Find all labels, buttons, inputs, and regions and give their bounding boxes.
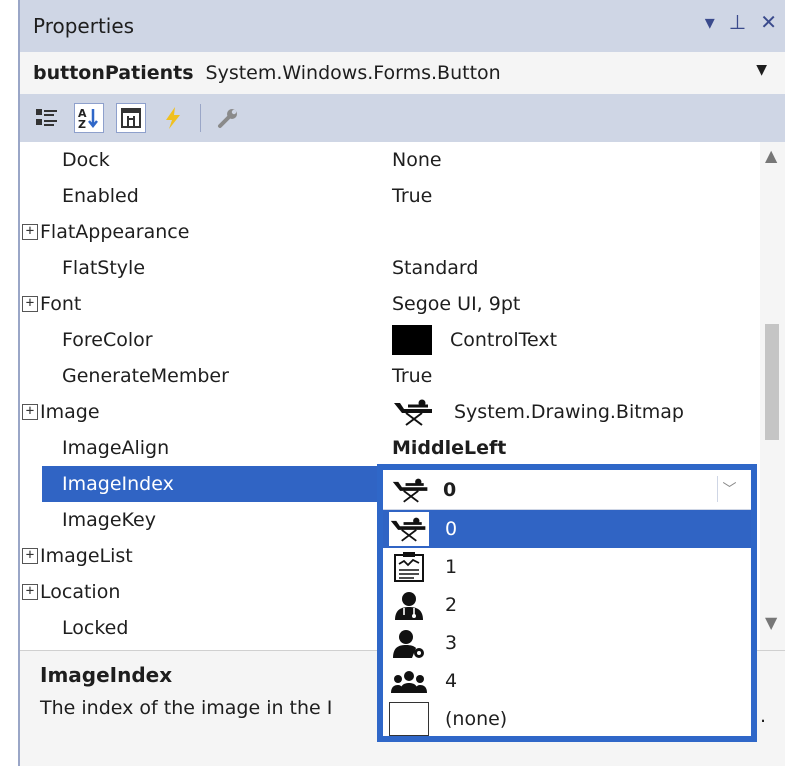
property-row[interactable]: ForeColor ControlText xyxy=(20,322,760,358)
property-name: FlatStyle xyxy=(62,257,146,279)
dropdown-option-label: 2 xyxy=(445,594,458,616)
color-swatch xyxy=(392,325,432,355)
property-value[interactable]: True xyxy=(392,358,752,394)
property-name: Enabled xyxy=(62,185,139,207)
property-name: Image xyxy=(40,401,100,423)
property-name: Locked xyxy=(62,617,129,639)
dropdown-arrow-icon[interactable]: ▾ xyxy=(705,12,715,32)
property-row[interactable]: + Image System.Drawing.Bitmap xyxy=(20,394,760,430)
pin-icon[interactable]: ⊥ xyxy=(729,12,746,32)
property-value[interactable]: Standard xyxy=(392,250,752,286)
property-name: Dock xyxy=(62,149,110,171)
dropdown-option-label: (none) xyxy=(445,708,508,730)
scroll-thumb[interactable] xyxy=(765,324,779,440)
property-row[interactable]: Enabled True xyxy=(20,178,760,214)
property-row[interactable]: + Font Segoe UI, 9pt xyxy=(20,286,760,322)
property-value[interactable]: ControlText xyxy=(392,322,752,358)
dropdown-option[interactable]: 3 xyxy=(383,624,751,662)
dropdown-header[interactable]: 0 ﹀ xyxy=(383,470,751,510)
property-name: FlatAppearance xyxy=(40,221,190,243)
dropdown-option[interactable]: 0 xyxy=(383,510,751,548)
properties-icon[interactable] xyxy=(116,103,146,133)
property-value[interactable]: None xyxy=(392,142,752,178)
dropdown-option-label: 1 xyxy=(445,556,458,578)
svg-text:Z: Z xyxy=(78,118,86,130)
property-row[interactable]: ImageAlign MiddleLeft xyxy=(20,430,760,466)
property-row[interactable]: + FlatAppearance xyxy=(20,214,760,250)
property-value[interactable] xyxy=(392,214,752,250)
events-icon[interactable] xyxy=(158,103,188,133)
property-name: ImageIndex xyxy=(42,466,382,502)
dropdown-option-label: 0 xyxy=(445,518,458,540)
toolbar-separator xyxy=(200,104,201,132)
property-row[interactable]: FlatStyle Standard xyxy=(20,250,760,286)
blank-icon xyxy=(389,702,429,736)
scroll-up-icon[interactable]: ▲ xyxy=(765,146,777,165)
dropdown-list: 0 1 2 3 4 (none) xyxy=(383,510,751,738)
dropdown-option[interactable]: 2 xyxy=(383,586,751,624)
user-settings-icon xyxy=(389,626,429,660)
alphabetical-icon[interactable]: AZ xyxy=(74,103,104,133)
chevron-down-icon[interactable]: ﹀ xyxy=(717,476,741,502)
property-value[interactable]: Segoe UI, 9pt xyxy=(392,286,752,322)
window-title: Properties xyxy=(33,14,135,38)
chevron-down-icon[interactable]: ▼ xyxy=(756,62,767,78)
property-value-text: System.Drawing.Bitmap xyxy=(454,401,684,423)
clipboard-chart-icon xyxy=(389,550,429,584)
property-value-text: Segoe UI, 9pt xyxy=(392,293,521,315)
close-icon[interactable]: ✕ xyxy=(760,12,777,32)
property-value-text: True xyxy=(392,185,433,207)
property-name: Location xyxy=(40,581,121,603)
property-value-text: MiddleLeft xyxy=(392,437,507,459)
property-name: ImageKey xyxy=(62,509,156,531)
dropdown-option-label: 4 xyxy=(445,670,458,692)
dropdown-current-value: 0 xyxy=(443,478,457,501)
property-name: GenerateMember xyxy=(62,365,229,387)
property-value[interactable]: MiddleLeft xyxy=(392,430,752,466)
dropdown-option[interactable]: (none) xyxy=(383,700,751,738)
stretcher-icon xyxy=(391,472,431,507)
property-row[interactable]: GenerateMember True xyxy=(20,358,760,394)
dropdown-option[interactable]: 4 xyxy=(383,662,751,700)
property-name: ImageList xyxy=(40,545,133,567)
object-type: System.Windows.Forms.Button xyxy=(205,62,501,84)
properties-toolbar: AZ xyxy=(20,94,785,142)
property-pages-icon[interactable] xyxy=(213,103,243,133)
dropdown-option[interactable]: 1 xyxy=(383,548,751,586)
property-value-text: ControlText xyxy=(450,329,558,351)
stretcher-icon xyxy=(389,512,429,546)
property-value[interactable]: System.Drawing.Bitmap xyxy=(392,394,752,430)
categorized-icon[interactable] xyxy=(32,103,62,133)
description-trailing: . xyxy=(760,705,767,727)
stretcher-icon xyxy=(394,399,432,426)
property-row[interactable]: Dock None xyxy=(20,142,760,178)
group-icon xyxy=(389,664,429,698)
property-value-text: Standard xyxy=(392,257,479,279)
object-name: buttonPatients xyxy=(33,62,194,84)
object-selector[interactable]: buttonPatients System.Windows.Forms.Butt… xyxy=(20,52,785,94)
imageindex-dropdown[interactable]: 0 ﹀ 0 1 2 3 4 (none) xyxy=(377,464,757,742)
property-value[interactable]: True xyxy=(392,178,752,214)
property-name: ImageAlign xyxy=(62,437,170,459)
vertical-scrollbar[interactable]: ▲ ▼ xyxy=(760,142,785,650)
property-value-text: True xyxy=(392,365,433,387)
property-name: ForeColor xyxy=(62,329,153,351)
doctor-icon xyxy=(389,588,429,622)
title-bar: Properties ▾ ⊥ ✕ xyxy=(20,0,785,52)
property-value-text: None xyxy=(392,149,442,171)
scroll-down-icon[interactable]: ▼ xyxy=(765,613,777,632)
dropdown-option-label: 3 xyxy=(445,632,458,654)
property-name: Font xyxy=(40,293,82,315)
